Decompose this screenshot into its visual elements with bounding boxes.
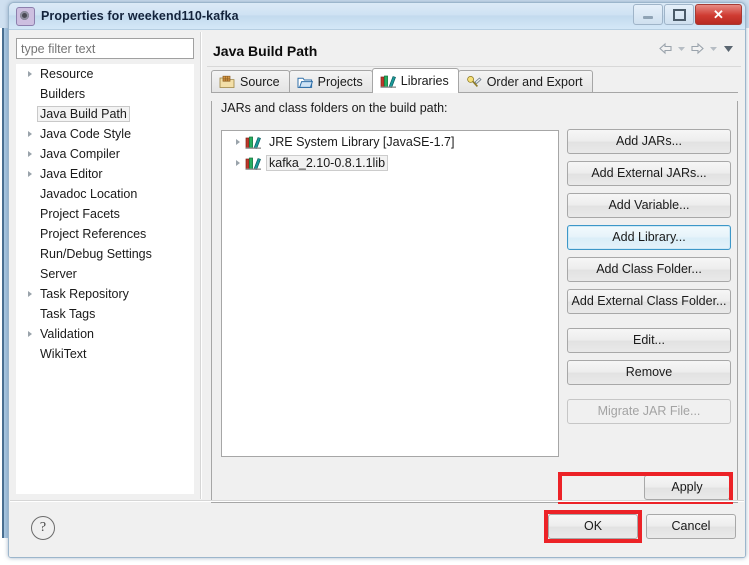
sidebar-item-builders[interactable]: Builders — [16, 84, 194, 104]
sidebar-item-validation[interactable]: Validation — [16, 324, 194, 344]
list-item-label: JRE System Library [JavaSE-1.7] — [269, 134, 455, 149]
dialog-body: Resource Builders Java Build Path Java Code… — [9, 30, 745, 557]
sidebar-item-java-build-path[interactable]: Java Build Path — [16, 104, 194, 124]
sidebar-item-java-compiler[interactable]: Java Compiler — [16, 144, 194, 164]
settings-navigation-panel: Resource Builders Java Build Path Java Code… — [12, 33, 198, 499]
tab-label: Projects — [317, 74, 363, 89]
properties-dialog: Properties for weekend110-kafka ✕ Resour… — [8, 2, 746, 558]
edit-button[interactable]: Edit... — [567, 328, 731, 353]
sidebar-item-label: WikiText — [40, 347, 87, 361]
forward-history-chevron-down-icon[interactable] — [708, 42, 719, 55]
sidebar-item-wikitext[interactable]: WikiText — [16, 344, 194, 364]
close-button[interactable]: ✕ — [695, 4, 742, 25]
sidebar-item-project-facets[interactable]: Project Facets — [16, 204, 194, 224]
add-library-button[interactable]: Add Library... — [567, 225, 731, 250]
sidebar-item-project-references[interactable]: Project References — [16, 224, 194, 244]
add-external-jars-button[interactable]: Add External JARs... — [567, 161, 731, 186]
list-item[interactable]: JRE System Library [JavaSE-1.7] — [222, 131, 558, 152]
sidebar-item-label: Run/Debug Settings — [40, 247, 152, 261]
sidebar-item-label: Java Editor — [40, 167, 103, 181]
ok-button[interactable]: OK — [548, 514, 638, 539]
tab-projects[interactable]: Projects — [288, 70, 373, 92]
properties-gear-icon — [16, 6, 35, 26]
library-icon — [245, 156, 262, 170]
list-item-label: kafka_2.10-0.8.1.1lib — [266, 154, 389, 171]
sidebar-item-server[interactable]: Server — [16, 264, 194, 284]
sidebar-item-resource[interactable]: Resource — [16, 64, 194, 84]
forward-arrow-icon[interactable] — [690, 42, 705, 55]
sidebar-item-label: Javadoc Location — [40, 187, 138, 201]
sidebar-item-label: Validation — [40, 327, 94, 341]
expand-triangle-icon[interactable] — [22, 71, 37, 77]
sidebar-item-java-editor[interactable]: Java Editor — [16, 164, 194, 184]
build-path-tabfolder: Source Projects Libraries Order and Export … — [211, 68, 738, 504]
sidebar-item-label: Java Compiler — [40, 147, 120, 161]
maximize-button[interactable] — [664, 4, 694, 25]
filter-input[interactable] — [16, 38, 194, 59]
library-action-buttons: Add JARs... Add External JARs... Add Varia… — [567, 129, 731, 431]
sidebar-item-task-tags[interactable]: Task Tags — [16, 304, 194, 324]
panel-divider — [200, 32, 202, 499]
settings-tree[interactable]: Resource Builders Java Build Path Java Code… — [16, 64, 194, 494]
sidebar-item-java-code-style[interactable]: Java Code Style — [16, 124, 194, 144]
list-item[interactable]: kafka_2.10-0.8.1.1lib — [222, 152, 558, 173]
title-separator — [207, 66, 741, 67]
expand-triangle-icon[interactable] — [22, 171, 37, 177]
migrate-jar-file-button: Migrate JAR File... — [567, 399, 731, 424]
expand-triangle-icon[interactable] — [22, 151, 37, 157]
sidebar-item-label: Resource — [40, 67, 94, 81]
expand-triangle-icon[interactable] — [230, 139, 245, 145]
library-icon — [245, 135, 262, 149]
tab-order-and-export[interactable]: Order and Export — [457, 70, 593, 92]
sidebar-item-task-repository[interactable]: Task Repository — [16, 284, 194, 304]
add-jars-button[interactable]: Add JARs... — [567, 129, 731, 154]
projects-folder-icon — [297, 75, 313, 89]
apply-button[interactable]: Apply — [644, 475, 730, 500]
expand-triangle-icon[interactable] — [22, 331, 37, 337]
sidebar-item-label: Task Repository — [40, 287, 129, 301]
sidebar-item-label: Server — [40, 267, 77, 281]
add-class-folder-button[interactable]: Add Class Folder... — [567, 257, 731, 282]
jar-list-label: JARs and class folders on the build path… — [221, 101, 448, 115]
tab-source[interactable]: Source — [211, 70, 290, 92]
settings-page-panel: Java Build Path Source Projects Librarie… — [205, 33, 743, 504]
cancel-button[interactable]: Cancel — [646, 514, 736, 539]
libraries-books-icon — [380, 74, 396, 88]
order-export-icon — [466, 75, 482, 89]
sidebar-item-label: Java Code Style — [40, 127, 132, 141]
expand-triangle-icon[interactable] — [230, 160, 245, 166]
back-arrow-icon[interactable] — [658, 42, 673, 55]
sidebar-item-javadoc-location[interactable]: Javadoc Location — [16, 184, 194, 204]
expand-triangle-icon[interactable] — [22, 291, 37, 297]
tab-label: Libraries — [400, 73, 449, 88]
source-folder-icon — [219, 75, 235, 89]
sidebar-item-label: Project Facets — [40, 207, 120, 221]
help-icon[interactable]: ? — [31, 516, 55, 540]
add-external-class-folder-button[interactable]: Add External Class Folder... — [567, 289, 731, 314]
sidebar-item-run-debug-settings[interactable]: Run/Debug Settings — [16, 244, 194, 264]
minimize-button[interactable] — [633, 4, 663, 25]
tab-label: Order and Export — [486, 74, 583, 89]
tab-strip: Source Projects Libraries Order and Export — [211, 68, 738, 93]
jar-list[interactable]: JRE System Library [JavaSE-1.7] kafka_2.1… — [221, 130, 559, 457]
remove-button[interactable]: Remove — [567, 360, 731, 385]
window-controls: ✕ — [633, 4, 742, 25]
dialog-title: Properties for weekend110-kafka — [41, 9, 239, 23]
sidebar-item-label: Project References — [40, 227, 147, 241]
tab-libraries[interactable]: Libraries — [371, 68, 459, 93]
page-navigation — [658, 42, 735, 55]
libraries-tab-pane: JARs and class folders on the build path… — [211, 101, 738, 504]
tab-label: Source — [240, 74, 280, 89]
sidebar-item-label: Builders — [40, 87, 86, 101]
add-variable-button[interactable]: Add Variable... — [567, 193, 731, 218]
sidebar-item-label: Java Build Path — [37, 106, 130, 122]
dialog-footer: ? OK Cancel — [9, 502, 745, 557]
view-menu-chevron-down-icon[interactable] — [722, 42, 735, 55]
screenshot-root: Properties for weekend110-kafka ✕ Resour… — [0, 0, 749, 565]
sidebar-item-label: Task Tags — [40, 307, 96, 321]
back-history-chevron-down-icon[interactable] — [676, 42, 687, 55]
expand-triangle-icon[interactable] — [22, 131, 37, 137]
dialog-title-bar: Properties for weekend110-kafka ✕ — [9, 3, 745, 30]
